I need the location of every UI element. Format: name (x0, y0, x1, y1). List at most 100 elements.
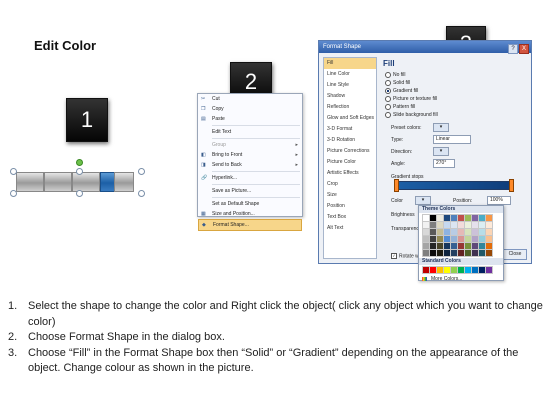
color-swatch[interactable] (422, 235, 430, 243)
color-swatch[interactable] (443, 266, 451, 274)
menu-item-copy[interactable]: ❐ Copy (198, 104, 302, 114)
color-swatch[interactable] (450, 221, 458, 229)
color-swatch[interactable] (443, 214, 451, 222)
menu-item-hyperlink[interactable]: 🔗 Hyperlink... (198, 173, 302, 183)
nav-item-shadow[interactable]: Shadow (324, 91, 376, 102)
shape-piece[interactable] (44, 172, 72, 192)
color-swatch[interactable] (450, 266, 458, 274)
color-swatch[interactable] (478, 221, 486, 229)
nav-item-reflection[interactable]: Reflection (324, 102, 376, 113)
color-swatch[interactable] (464, 214, 472, 222)
color-swatch[interactable] (422, 228, 430, 236)
menu-item-send-to-back[interactable]: ◨ Send to Back ▸ (198, 160, 302, 170)
nav-item-position[interactable]: Position (324, 201, 376, 212)
color-swatch[interactable] (485, 228, 493, 236)
color-swatch[interactable] (464, 266, 472, 274)
color-swatch[interactable] (471, 235, 479, 243)
resize-handle[interactable] (138, 190, 145, 197)
menu-item-set-default-shape[interactable]: Set as Default Shape (198, 199, 302, 209)
color-swatch[interactable] (485, 235, 493, 243)
menu-item-cut[interactable]: ✂ Cut (198, 94, 302, 104)
nav-item-size[interactable]: Size (324, 190, 376, 201)
color-swatch[interactable] (478, 266, 486, 274)
direction-dropdown[interactable]: ▾ (433, 147, 449, 156)
shape-piece[interactable] (72, 172, 100, 192)
help-button[interactable]: ? (508, 44, 518, 54)
resize-handle[interactable] (10, 190, 17, 197)
color-swatch[interactable] (429, 266, 437, 274)
color-swatch[interactable] (478, 235, 486, 243)
color-swatch[interactable] (485, 249, 493, 257)
color-swatch[interactable] (422, 249, 430, 257)
color-swatch[interactable] (485, 221, 493, 229)
close-button[interactable]: Close (503, 249, 527, 260)
color-swatch[interactable] (457, 249, 465, 257)
color-swatch[interactable] (450, 235, 458, 243)
radio-solid-fill[interactable]: Solid fill (385, 79, 410, 87)
nav-item-line-style[interactable]: Line Style (324, 80, 376, 91)
color-swatch[interactable] (485, 266, 493, 274)
color-swatch[interactable] (471, 214, 479, 222)
color-swatch[interactable] (422, 214, 430, 222)
color-swatch[interactable] (457, 242, 465, 250)
color-swatch[interactable] (422, 242, 430, 250)
color-swatch[interactable] (450, 242, 458, 250)
resize-handle[interactable] (10, 168, 17, 175)
color-swatch[interactable] (457, 235, 465, 243)
color-swatch[interactable] (478, 228, 486, 236)
angle-input[interactable]: 270° (433, 159, 455, 168)
color-swatch[interactable] (450, 249, 458, 257)
radio-pattern-fill[interactable]: Pattern fill (385, 103, 415, 111)
nav-item-line-color[interactable]: Line Color (324, 69, 376, 80)
color-swatch[interactable] (471, 228, 479, 236)
menu-item-group[interactable]: Group ▸ (198, 140, 302, 150)
color-swatch[interactable] (464, 228, 472, 236)
menu-item-size-and-position[interactable]: ▦ Size and Position... (198, 209, 302, 219)
color-swatch[interactable] (422, 221, 430, 229)
color-swatch[interactable] (478, 242, 486, 250)
resize-handle[interactable] (76, 190, 83, 197)
color-swatch[interactable] (436, 235, 444, 243)
nav-item-3d-format[interactable]: 3-D Format (324, 124, 376, 135)
type-select[interactable]: Linear (433, 135, 471, 144)
color-swatch[interactable] (429, 228, 437, 236)
radio-slide-background-fill[interactable]: Slide background fill (385, 111, 438, 119)
gradient-bar[interactable] (395, 181, 513, 190)
color-swatch[interactable] (429, 221, 437, 229)
color-swatch[interactable] (457, 221, 465, 229)
gradient-stop-handle[interactable] (509, 179, 514, 192)
menu-item-bring-to-front[interactable]: ◧ Bring to Front ▸ (198, 150, 302, 160)
color-swatch[interactable] (485, 242, 493, 250)
shape-piece[interactable] (114, 172, 134, 192)
selected-shape-group[interactable] (10, 159, 145, 197)
color-swatch[interactable] (457, 266, 465, 274)
nav-item-text-box[interactable]: Text Box (324, 212, 376, 223)
color-swatch[interactable] (443, 242, 451, 250)
nav-item-fill[interactable]: Fill (324, 58, 376, 69)
color-swatch[interactable] (443, 221, 451, 229)
radio-picture-fill[interactable]: Picture or texture fill (385, 95, 437, 103)
color-swatch[interactable] (450, 228, 458, 236)
color-swatch[interactable] (464, 249, 472, 257)
more-colors-option[interactable]: More Colors... (419, 275, 503, 283)
radio-gradient-fill[interactable]: Gradient fill (385, 87, 418, 95)
dialog-title-bar[interactable]: Format Shape ? X (319, 41, 531, 54)
color-swatch[interactable] (429, 242, 437, 250)
menu-item-paste[interactable]: ▤ Paste (198, 114, 302, 124)
color-swatch[interactable] (478, 214, 486, 222)
color-swatch[interactable] (485, 214, 493, 222)
nav-item-artistic-effects[interactable]: Artistic Effects (324, 168, 376, 179)
color-swatch[interactable] (464, 235, 472, 243)
close-icon[interactable]: X (519, 44, 529, 54)
menu-item-edit-text[interactable]: Edit Text (198, 127, 302, 137)
color-swatch[interactable] (471, 242, 479, 250)
nav-item-3d-rotation[interactable]: 3-D Rotation (324, 135, 376, 146)
color-swatch[interactable] (429, 214, 437, 222)
color-swatch[interactable] (443, 228, 451, 236)
color-swatch[interactable] (464, 221, 472, 229)
color-swatch[interactable] (429, 249, 437, 257)
radio-no-fill[interactable]: No fill (385, 71, 406, 79)
color-swatch[interactable] (429, 235, 437, 243)
color-swatch[interactable] (436, 221, 444, 229)
color-swatch[interactable] (471, 221, 479, 229)
